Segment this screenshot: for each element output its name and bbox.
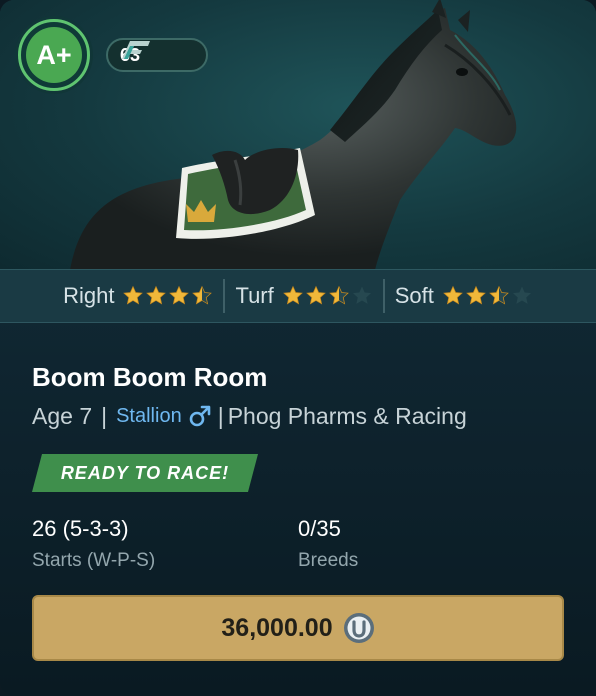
- star-full-icon: [443, 285, 463, 305]
- star-full-icon: [169, 285, 190, 305]
- star-rating: [122, 285, 213, 307]
- horse-name: Boom Boom Room: [32, 362, 268, 392]
- speed-icon: [122, 41, 150, 59]
- star-full-icon: [466, 285, 486, 305]
- star-full-icon: [123, 285, 144, 305]
- starts-caption: Starts (W-P-S): [32, 550, 156, 571]
- meta-separator: |: [101, 402, 108, 429]
- star-empty-icon: [512, 286, 531, 304]
- breeds-value: 0/35: [298, 516, 341, 541]
- price-amount: 36,000.00: [221, 613, 333, 642]
- star-half-icon: [489, 285, 509, 305]
- star-rating: [442, 285, 533, 307]
- status-label: READY TO RACE!: [60, 462, 230, 483]
- star-empty-icon: [352, 286, 371, 304]
- meta-separator: |: [217, 402, 224, 429]
- attribute-turf: Turf: [225, 283, 382, 309]
- grade-label: A+: [26, 27, 82, 83]
- male-symbol-icon: [189, 405, 211, 427]
- status-badge: READY TO RACE!: [32, 454, 258, 492]
- starts-value: 26 (5-3-3): [32, 516, 129, 541]
- star-half-icon: [328, 285, 349, 305]
- horse-meta-line: Age 7 | Stallion | Phog Pharms & Racing: [32, 400, 467, 432]
- gender-label: Stallion: [116, 404, 182, 427]
- horse-image-area: A+ 63: [0, 0, 596, 270]
- horse-card[interactable]: A+ 63 Right Turf Soft Boom Boom Room Age 7…: [0, 0, 596, 696]
- horse-age: Age 7: [32, 402, 93, 429]
- star-half-icon: [192, 285, 213, 305]
- attribute-soft: Soft: [385, 283, 543, 309]
- star-full-icon: [146, 285, 167, 305]
- horse-gender: Stallion: [116, 404, 212, 428]
- breeds-stat: 0/35 Breeds: [298, 516, 358, 572]
- star-full-icon: [305, 285, 326, 305]
- coin-icon: [343, 613, 374, 643]
- surface-attributes-row: Right Turf Soft: [0, 270, 596, 323]
- attribute-right: Right: [53, 283, 223, 309]
- attribute-label: Right: [63, 283, 115, 308]
- speed-rating-pill: 63: [106, 38, 208, 72]
- star-rating: [282, 285, 373, 307]
- star-full-icon: [282, 285, 303, 305]
- horse-stable: Phog Pharms & Racing: [227, 402, 467, 429]
- buy-price-button[interactable]: 36,000.00: [32, 595, 564, 661]
- breeds-caption: Breeds: [298, 550, 359, 571]
- grade-badge: A+: [18, 19, 90, 91]
- horse-illustration: [70, 0, 517, 269]
- attribute-label: Soft: [394, 283, 434, 308]
- attribute-label: Turf: [235, 283, 274, 308]
- starts-stat: 26 (5-3-3) Starts (W-P-S): [32, 516, 155, 572]
